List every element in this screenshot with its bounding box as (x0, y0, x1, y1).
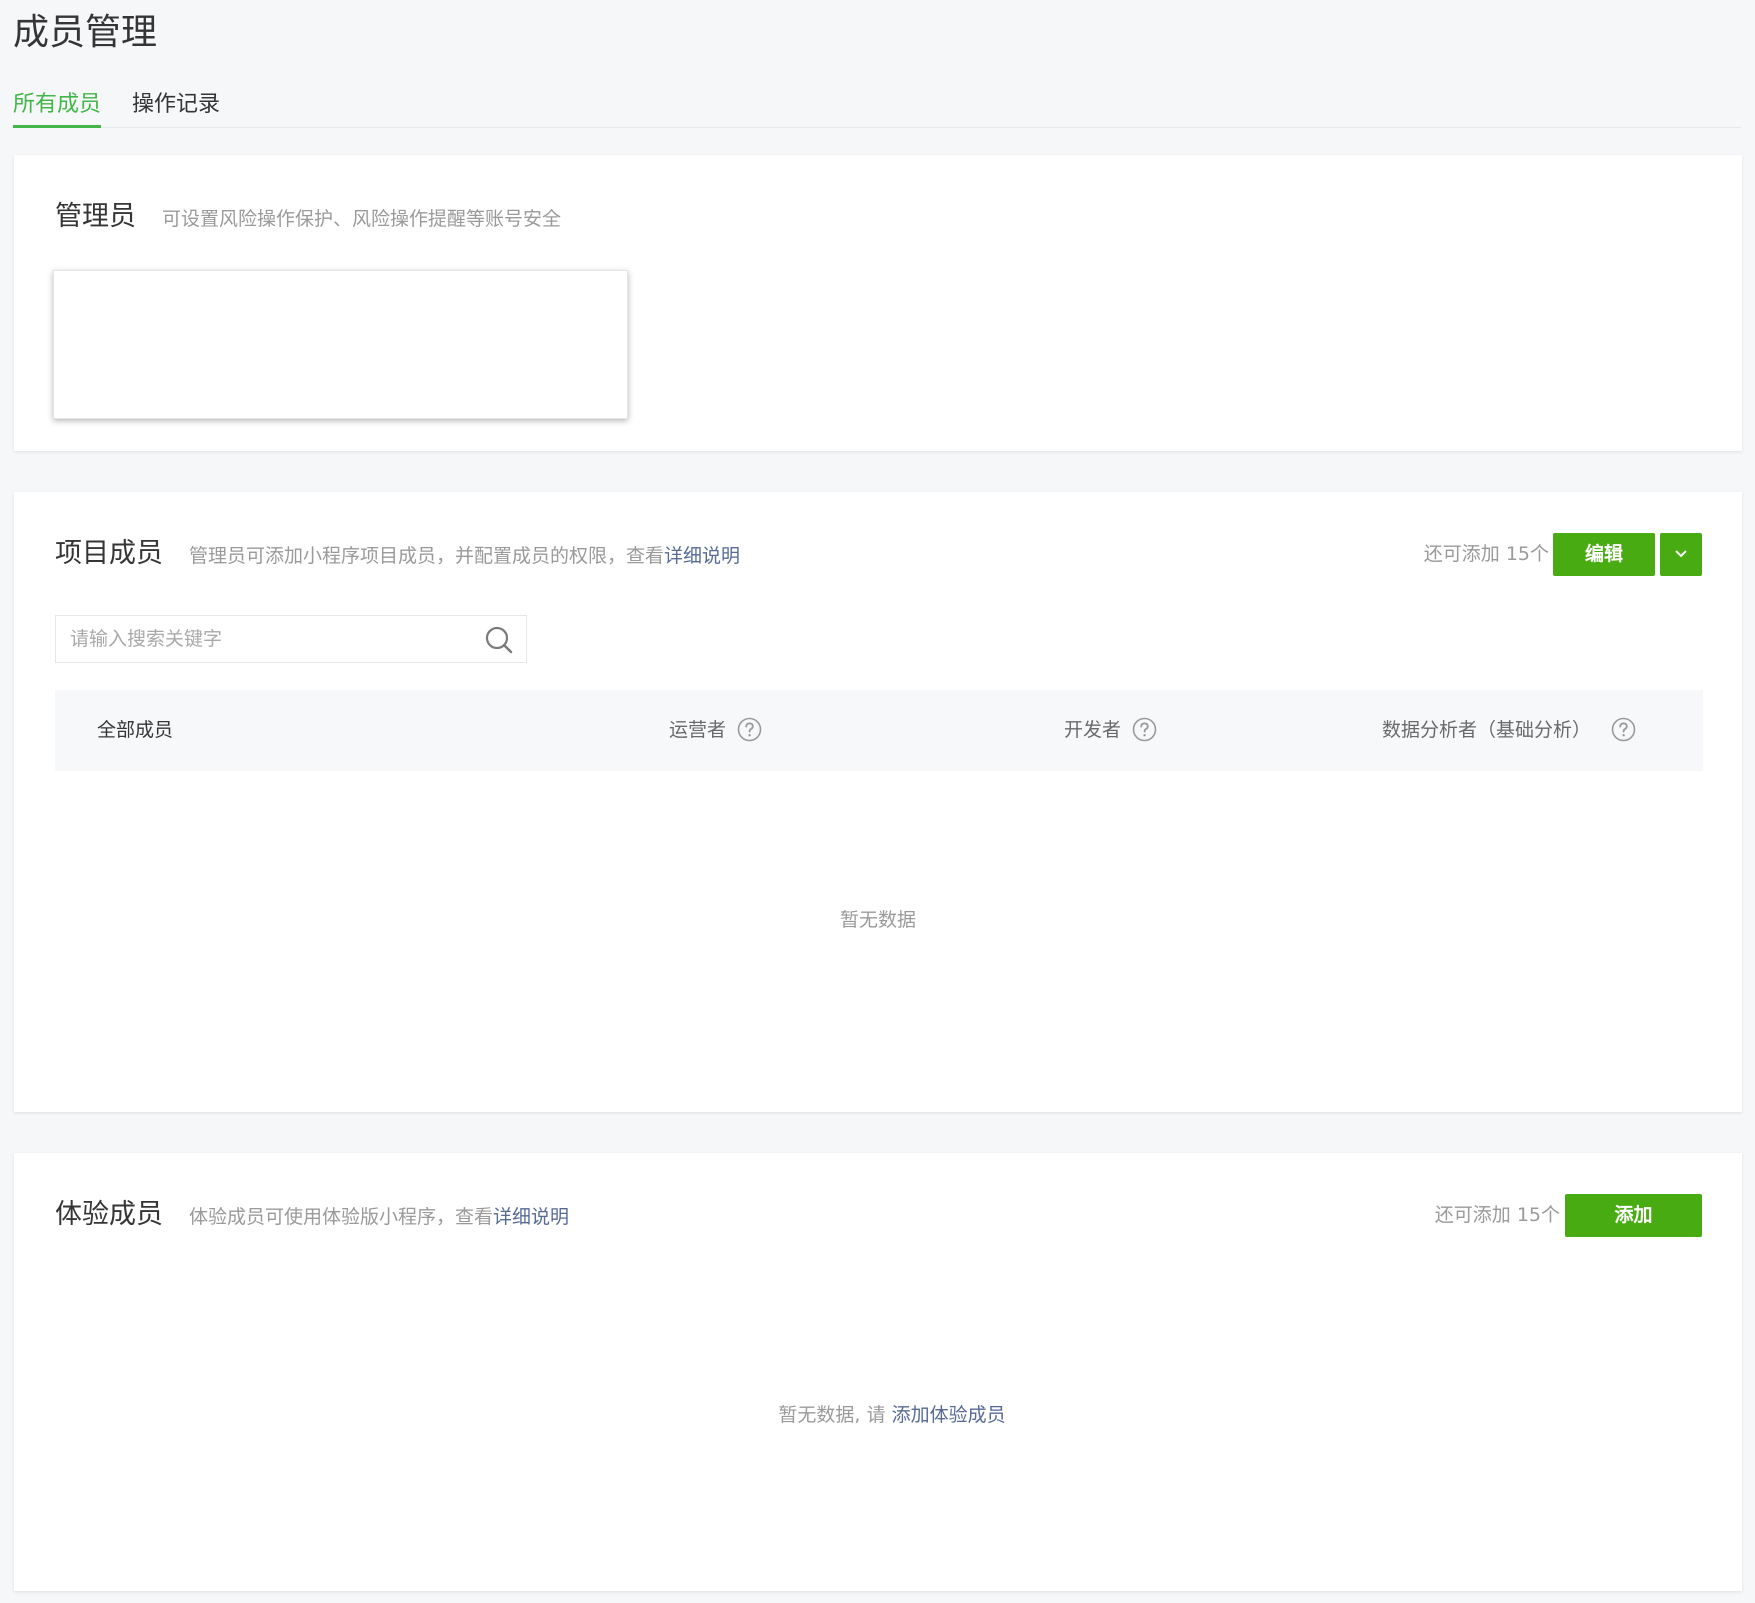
trial-empty-text: 暂无数据, 请 (778, 1404, 886, 1426)
tab-all-members[interactable]: 所有成员 (13, 86, 101, 128)
admin-info-card (53, 270, 628, 419)
trial-empty-state: 暂无数据, 请 添加体验成员 (14, 1401, 1755, 1429)
search-icon[interactable] (484, 625, 514, 655)
member-management-page: 成员管理 所有成员 操作记录 管理员 可设置风险操作保护、风险操作提醒等账号安全… (0, 0, 1755, 1603)
trial-detail-link[interactable]: 详细说明 (493, 1206, 569, 1228)
member-search-input[interactable] (56, 616, 476, 662)
column-developer: 开发者 (1064, 690, 1157, 771)
column-all-members[interactable]: 全部成员 (97, 690, 173, 771)
trial-quota-text: 还可添加 15个 (1434, 1204, 1560, 1226)
trial-members-title: 体验成员 (55, 1199, 163, 1230)
edit-dropdown-button[interactable] (1660, 533, 1702, 576)
edit-button[interactable]: 编辑 (1553, 533, 1655, 576)
help-icon[interactable] (1611, 717, 1636, 742)
member-search-box (55, 615, 527, 663)
project-description-text: 管理员可添加小程序项目成员，并配置成员的权限，查看 (189, 545, 665, 567)
page-title: 成员管理 (13, 12, 158, 53)
column-data-analyst-label: 数据分析者（基础分析） (1382, 719, 1592, 741)
chevron-down-icon (1675, 550, 1687, 558)
admin-title: 管理员 (55, 201, 136, 232)
project-members-section: 项目成员 管理员可添加小程序项目成员，并配置成员的权限，查看详细说明 还可添加 … (14, 492, 1742, 1112)
tab-bar: 所有成员 操作记录 (13, 86, 1741, 128)
project-members-description: 管理员可添加小程序项目成员，并配置成员的权限，查看详细说明 (189, 542, 740, 570)
column-operator: 运营者 (669, 690, 762, 771)
trial-members-description: 体验成员可使用体验版小程序，查看详细说明 (189, 1203, 569, 1231)
help-icon[interactable] (737, 717, 762, 742)
column-developer-label: 开发者 (1064, 719, 1122, 741)
tab-operation-log[interactable]: 操作记录 (132, 86, 220, 128)
member-table-header: 全部成员 运营者 开发者 数据分析者（基础分析） (55, 690, 1703, 771)
admin-section: 管理员 可设置风险操作保护、风险操作提醒等账号安全 (14, 155, 1742, 451)
trial-members-section: 体验成员 体验成员可使用体验版小程序，查看详细说明 还可添加 15个 添加 暂无… (14, 1153, 1742, 1591)
column-operator-label: 运营者 (669, 719, 727, 741)
project-members-title: 项目成员 (55, 538, 163, 569)
project-empty-state: 暂无数据 (839, 909, 916, 931)
column-data-analyst: 数据分析者（基础分析） (1382, 690, 1636, 771)
project-detail-link[interactable]: 详细说明 (664, 545, 740, 567)
help-icon[interactable] (1132, 717, 1157, 742)
trial-description-text: 体验成员可使用体验版小程序，查看 (189, 1206, 494, 1228)
add-trial-member-link[interactable]: 添加体验成员 (892, 1404, 1006, 1426)
admin-description: 可设置风险操作保护、风险操作提醒等账号安全 (162, 208, 562, 230)
project-quota-text: 还可添加 15个 (1423, 543, 1549, 565)
add-trial-member-button[interactable]: 添加 (1565, 1194, 1702, 1237)
